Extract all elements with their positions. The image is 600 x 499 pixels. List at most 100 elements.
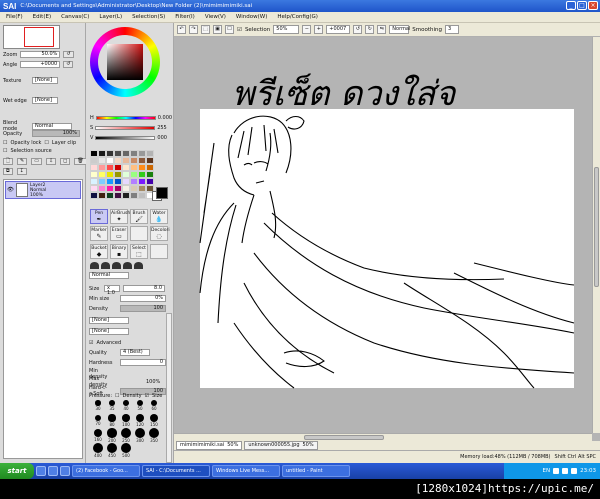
canvas-vertical-scrollbar[interactable] <box>592 37 600 433</box>
quicklaunch-ie-icon[interactable] <box>36 466 46 476</box>
taskbar-item-messenger[interactable]: Windows Live Mess... <box>212 465 280 477</box>
tool-marker[interactable]: Marker ✎ <box>90 226 108 242</box>
color-swatch[interactable] <box>122 157 130 164</box>
primary-color[interactable] <box>156 187 168 199</box>
size-slider[interactable]: 8.0 <box>123 285 165 292</box>
tray-network-icon[interactable] <box>553 468 560 474</box>
density-slider[interactable]: 100 <box>120 305 166 312</box>
color-swatch[interactable] <box>146 178 154 185</box>
color-swatch[interactable] <box>138 178 146 185</box>
tray-volume-icon[interactable] <box>562 468 569 474</box>
color-swatch[interactable] <box>138 150 146 157</box>
color-swatch[interactable] <box>146 171 154 178</box>
angle-reset-button[interactable]: ↺ <box>63 61 74 68</box>
layer-item[interactable]: 👁 Layer2 Normal 100% <box>5 181 81 199</box>
color-swatch[interactable] <box>138 171 146 178</box>
maximize-button[interactable]: □ <box>577 1 587 10</box>
color-swatch[interactable] <box>98 164 106 171</box>
color-swatch[interactable] <box>114 185 122 192</box>
color-swatch[interactable] <box>130 178 138 185</box>
color-swatch[interactable] <box>114 157 122 164</box>
tool-eraser[interactable]: Eraser ▭ <box>110 226 128 242</box>
brush-size-preset[interactable]: 120 <box>133 413 147 428</box>
saturation-slider[interactable] <box>95 126 156 130</box>
color-swatch[interactable] <box>90 150 98 157</box>
color-swatch[interactable] <box>122 185 130 192</box>
delete-layer-button[interactable]: 🗑 <box>74 158 87 165</box>
tray-messenger-icon[interactable] <box>571 468 578 474</box>
copy-layer-button[interactable]: ⧉ <box>3 168 13 175</box>
color-swatch[interactable] <box>98 192 106 199</box>
color-swatch[interactable] <box>130 164 138 171</box>
color-swatch[interactable] <box>130 171 138 178</box>
brush-size-preset[interactable]: 60 <box>147 398 161 413</box>
brush-mode-select[interactable]: Normal <box>89 272 129 279</box>
opacity-slider[interactable]: 100% <box>32 130 80 137</box>
menu-help[interactable]: Help/Config(G) <box>277 14 318 20</box>
brush-size-preset[interactable]: 100 <box>119 413 133 428</box>
horizontal-scroll-thumb[interactable] <box>304 435 384 440</box>
color-swatch[interactable] <box>106 157 114 164</box>
brush-texture-select-2[interactable]: [None] <box>89 328 129 335</box>
color-swatch[interactable] <box>138 192 146 199</box>
color-swatch[interactable] <box>90 164 98 171</box>
color-swatch[interactable] <box>114 178 122 185</box>
tool-empty-6[interactable] <box>130 226 148 242</box>
color-wheel[interactable] <box>90 27 160 97</box>
wet-edge-select[interactable]: [None] <box>32 97 58 104</box>
color-swatch[interactable] <box>90 185 98 192</box>
brush-shape-1[interactable] <box>90 262 99 269</box>
brush-size-preset[interactable]: 400 <box>91 443 105 458</box>
saturation-value-square[interactable] <box>107 44 143 80</box>
color-swatch[interactable] <box>122 178 130 185</box>
canvas-horizontal-scrollbar[interactable] <box>174 433 592 441</box>
color-swatch[interactable] <box>130 150 138 157</box>
brush-size-preset[interactable]: 150 <box>147 413 161 428</box>
quicklaunch-desktop-icon[interactable] <box>48 466 58 476</box>
menu-filter[interactable]: Filter(I) <box>175 14 195 20</box>
color-swatch[interactable] <box>130 192 138 199</box>
color-swatch[interactable] <box>114 150 122 157</box>
brush-size-preset[interactable]: 80 <box>105 413 119 428</box>
color-swatch[interactable] <box>98 185 106 192</box>
brush-size-preset[interactable]: 200 <box>105 428 119 443</box>
close-button[interactable]: × <box>588 1 598 10</box>
color-swatch[interactable] <box>106 164 114 171</box>
quality-select[interactable]: 4 (Best) <box>120 349 150 356</box>
color-swatch[interactable] <box>122 171 130 178</box>
color-swatch[interactable] <box>138 185 146 192</box>
color-swatch[interactable] <box>98 178 106 185</box>
advanced-checkbox[interactable]: ☑ <box>89 340 93 346</box>
color-swatch[interactable] <box>122 150 130 157</box>
color-swatch[interactable] <box>114 192 122 199</box>
quicklaunch-media-icon[interactable] <box>60 466 70 476</box>
selection-source-checkbox[interactable]: ☐ <box>3 148 7 154</box>
opacity-lock-checkbox[interactable]: ☐ <box>3 140 7 146</box>
brush-shape-2[interactable] <box>101 262 110 269</box>
tool-empty-11[interactable] <box>150 243 168 259</box>
color-swatch[interactable] <box>98 150 106 157</box>
menu-view[interactable]: View(V) <box>205 14 226 20</box>
navigator-thumbnail[interactable] <box>3 25 60 49</box>
color-swatch[interactable] <box>98 157 106 164</box>
canvas-view[interactable]: พรีเซ็ต ดวงใส่จ <box>174 23 592 433</box>
new-folder-button[interactable]: ▭ <box>31 158 42 165</box>
hardness-slider[interactable]: 0 <box>120 359 166 366</box>
tool-brush[interactable]: Brush 🖌 <box>130 209 148 224</box>
color-swatch[interactable] <box>98 171 106 178</box>
doc-tab-unknown000055[interactable]: unknown000055.jpg 50% <box>244 441 318 450</box>
brush-size-preset[interactable]: 160 <box>91 428 105 443</box>
blend-mode-select[interactable]: Normal <box>32 122 72 130</box>
color-swatch[interactable] <box>106 178 114 185</box>
merge-down-button[interactable]: ⇩ <box>45 158 57 165</box>
color-swatch[interactable] <box>90 171 98 178</box>
taskbar-item-sai[interactable]: SAI - C:\Documents ... <box>142 465 210 477</box>
color-swatch[interactable] <box>90 192 98 199</box>
size-multiplier-select[interactable]: x 1.0 <box>104 285 120 296</box>
doc-tab-mimimimimiki[interactable]: mimimimimiki.sai 50% <box>176 441 243 450</box>
tool-bucket[interactable]: Bucket ◆ <box>90 243 108 259</box>
color-swatch[interactable] <box>138 157 146 164</box>
color-swatch[interactable] <box>90 178 98 185</box>
zoom-slider[interactable]: 50.0% <box>20 51 61 58</box>
color-swatch[interactable] <box>146 150 154 157</box>
